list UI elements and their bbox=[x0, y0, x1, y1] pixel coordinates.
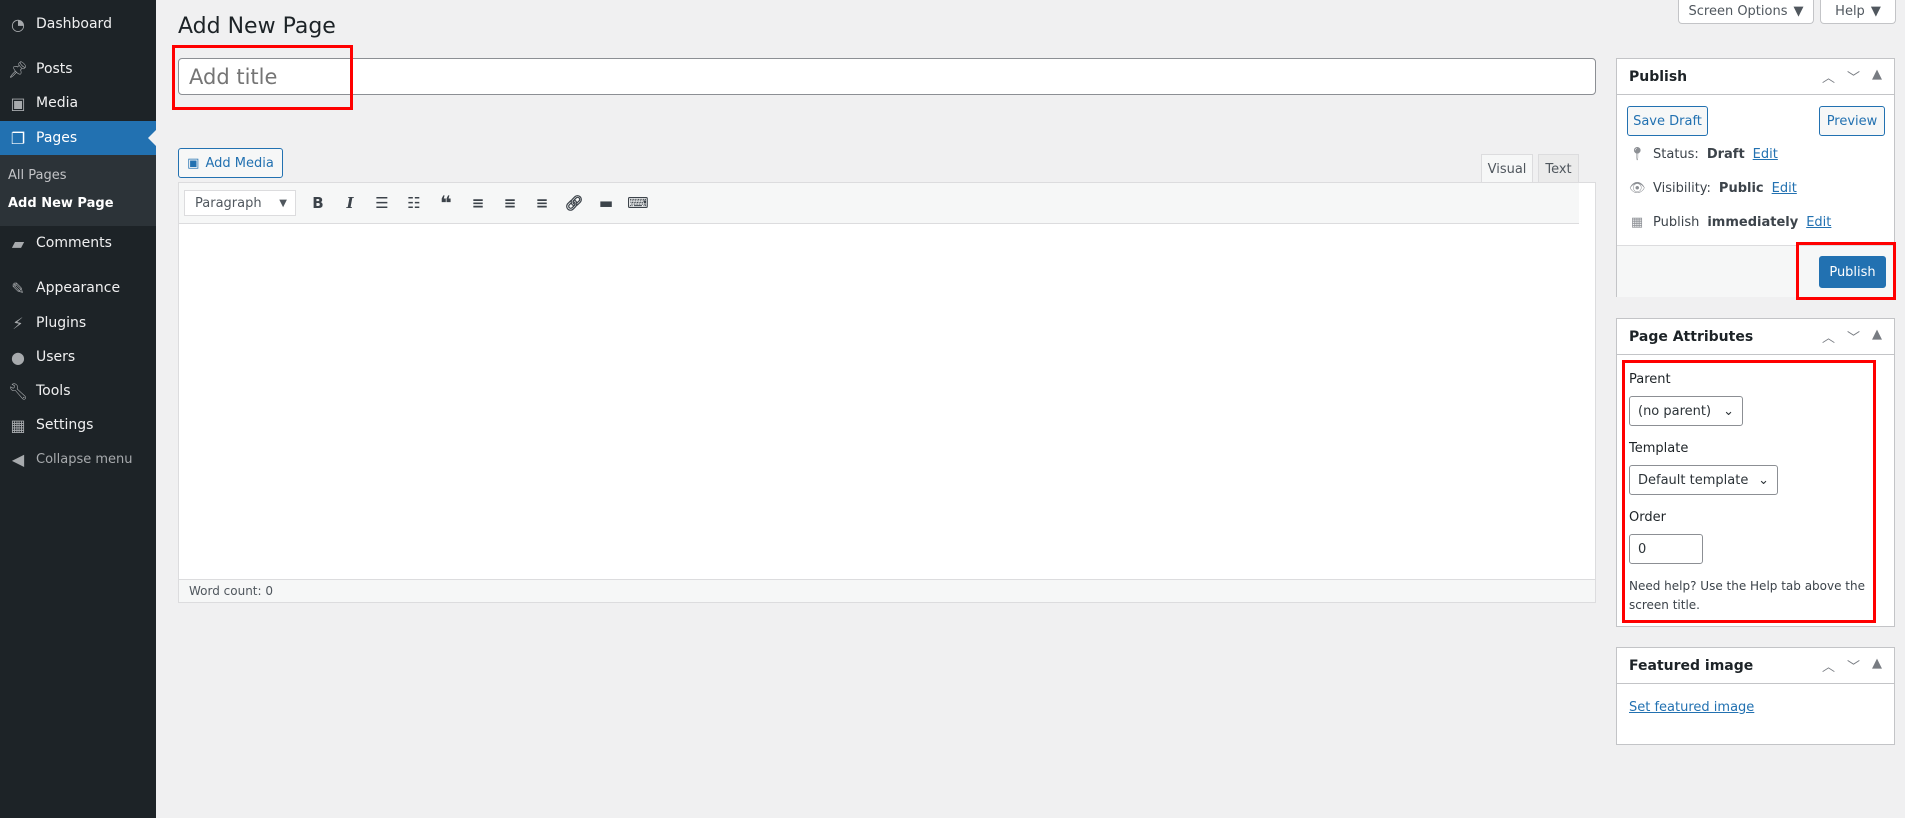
sidebar-item-media[interactable]: ▣ Media bbox=[0, 86, 156, 120]
sidebar-item-plugins[interactable]: ⚡︎ Plugins bbox=[0, 306, 156, 340]
toggle-panel-icon[interactable]: ▲ bbox=[1872, 327, 1882, 346]
caret-down-icon: ▼ bbox=[1870, 4, 1881, 19]
screen-options-button[interactable]: Screen Options ▼ bbox=[1678, 0, 1814, 24]
submenu-add-new-page[interactable]: Add New Page bbox=[8, 196, 114, 211]
italic-icon[interactable]: I bbox=[334, 188, 366, 218]
calendar-icon: ▦ bbox=[1630, 215, 1644, 230]
help-text: Need help? Use the Help tab above the sc… bbox=[1629, 579, 1866, 612]
content-editor[interactable]: Paragraph ▼ B I ☰ ☷ ❝ ≡ ≡ ≡ 🔗︎ ▬ ⌨ Word c… bbox=[178, 182, 1596, 603]
sidebar-item-tools[interactable]: 🔧︎ Tools bbox=[0, 374, 156, 408]
media-icon: ▣ bbox=[10, 93, 26, 113]
tab-text[interactable]: Text bbox=[1538, 154, 1579, 183]
media-icon: ▣ bbox=[187, 155, 200, 171]
template-label: Template bbox=[1629, 441, 1689, 456]
align-left-icon[interactable]: ≡ bbox=[462, 188, 494, 218]
edit-schedule-link[interactable]: Edit bbox=[1806, 215, 1831, 230]
order-label: Order bbox=[1629, 510, 1666, 525]
parent-label: Parent bbox=[1629, 372, 1671, 387]
order-input[interactable]: 0 bbox=[1629, 534, 1703, 564]
sidebar-item-users[interactable]: ● Users bbox=[0, 340, 156, 374]
wrench-icon: 🔧︎ bbox=[7, 381, 29, 401]
pages-icon: ❐ bbox=[10, 128, 26, 148]
toggle-panel-icon[interactable]: ▲ bbox=[1872, 656, 1882, 675]
save-draft-button[interactable]: Save Draft bbox=[1627, 106, 1708, 136]
sidebar-item-settings[interactable]: ▦ Settings bbox=[0, 408, 156, 442]
sidebar-item-pages[interactable]: ❐ Pages bbox=[0, 121, 156, 155]
collapse-icon: ◀ bbox=[11, 449, 25, 469]
move-up-icon[interactable]: ︿ bbox=[1822, 67, 1835, 86]
collapse-menu-button[interactable]: ◀ Collapse menu bbox=[0, 442, 156, 476]
move-up-icon[interactable]: ︿ bbox=[1822, 656, 1835, 675]
publish-box-title: Publish bbox=[1629, 68, 1688, 85]
sidebar-item-comments[interactable]: ▰ Comments bbox=[0, 226, 156, 260]
comment-icon: ▰ bbox=[11, 233, 25, 253]
read-more-icon[interactable]: ▬ bbox=[590, 188, 622, 218]
bulleted-list-icon[interactable]: ☰ bbox=[366, 188, 398, 218]
editor-toolbar: Paragraph ▼ B I ☰ ☷ ❝ ≡ ≡ ≡ 🔗︎ ▬ ⌨ bbox=[179, 183, 1579, 224]
sidebar-item-posts[interactable]: 📌︎ Posts bbox=[0, 52, 156, 86]
dashboard-icon: ◔ bbox=[11, 14, 25, 34]
edit-visibility-link[interactable]: Edit bbox=[1772, 181, 1797, 196]
tab-visual[interactable]: Visual bbox=[1481, 154, 1533, 183]
pages-submenu: All Pages Add New Page bbox=[0, 155, 156, 226]
add-media-button[interactable]: ▣ Add Media bbox=[178, 148, 283, 178]
plugin-icon: ⚡︎ bbox=[12, 313, 24, 333]
move-down-icon[interactable]: ﹀ bbox=[1847, 656, 1860, 675]
page-title: Add New Page bbox=[178, 14, 336, 39]
featured-image-title: Featured image bbox=[1629, 657, 1754, 674]
submenu-all-pages[interactable]: All Pages bbox=[8, 168, 67, 183]
format-select[interactable]: Paragraph ▼ bbox=[184, 190, 296, 216]
chevron-down-icon: ⌄ bbox=[1758, 472, 1769, 488]
caret-down-icon: ▼ bbox=[1793, 4, 1804, 19]
settings-icon: ▦ bbox=[10, 415, 26, 435]
brush-icon: ✎ bbox=[11, 278, 25, 298]
parent-select[interactable]: (no parent) ⌄ bbox=[1629, 396, 1743, 426]
page-attributes-title: Page Attributes bbox=[1629, 328, 1754, 345]
status-row: 📍︎ Status: Draft Edit bbox=[1629, 147, 1778, 162]
publish-box: Publish ︿ ﹀ ▲ Save Draft Preview 📍︎ Status: D… bbox=[1616, 58, 1895, 297]
page-attributes-box: Page Attributes ︿ ﹀ ▲ Parent (no parent) ⌄ T… bbox=[1616, 318, 1895, 627]
admin-sidebar: ◔ Dashboard 📌︎ Posts ▣ Media ❐ Pages All Pag… bbox=[0, 0, 156, 818]
edit-status-link[interactable]: Edit bbox=[1753, 147, 1778, 162]
publish-button[interactable]: Publish bbox=[1819, 256, 1886, 288]
preview-button[interactable]: Preview bbox=[1819, 106, 1885, 136]
move-down-icon[interactable]: ﹀ bbox=[1847, 327, 1860, 346]
template-select[interactable]: Default template ⌄ bbox=[1629, 465, 1778, 495]
move-down-icon[interactable]: ﹀ bbox=[1847, 67, 1860, 86]
eye-icon: 👁︎ bbox=[1629, 181, 1646, 196]
chevron-down-icon: ⌄ bbox=[1723, 403, 1734, 419]
toggle-panel-icon[interactable]: ▲ bbox=[1872, 67, 1882, 86]
help-button[interactable]: Help ▼ bbox=[1820, 0, 1896, 24]
pin-icon: 📌︎ bbox=[7, 59, 29, 79]
numbered-list-icon[interactable]: ☷ bbox=[398, 188, 430, 218]
title-input[interactable] bbox=[178, 58, 1596, 95]
sidebar-item-dashboard[interactable]: ◔ Dashboard bbox=[0, 7, 156, 41]
move-up-icon[interactable]: ︿ bbox=[1822, 327, 1835, 346]
featured-image-box: Featured image ︿ ﹀ ▲ Set featured image bbox=[1616, 647, 1895, 745]
set-featured-image-link[interactable]: Set featured image bbox=[1629, 700, 1754, 715]
toolbar-toggle-icon[interactable]: ⌨ bbox=[622, 188, 654, 218]
align-right-icon[interactable]: ≡ bbox=[526, 188, 558, 218]
align-center-icon[interactable]: ≡ bbox=[494, 188, 526, 218]
word-count: Word count: 0 bbox=[179, 579, 1595, 602]
blockquote-icon[interactable]: ❝ bbox=[430, 188, 462, 218]
caret-down-icon: ▼ bbox=[279, 197, 287, 209]
sidebar-item-appearance[interactable]: ✎ Appearance bbox=[0, 271, 156, 305]
user-icon: ● bbox=[11, 347, 25, 367]
visibility-row: 👁︎ Visibility: Public Edit bbox=[1629, 181, 1797, 196]
link-icon[interactable]: 🔗︎ bbox=[558, 188, 590, 218]
bold-icon[interactable]: B bbox=[302, 188, 334, 218]
pin-icon: 📍︎ bbox=[1629, 147, 1646, 162]
schedule-row: ▦ Publish immediately Edit bbox=[1630, 215, 1832, 230]
